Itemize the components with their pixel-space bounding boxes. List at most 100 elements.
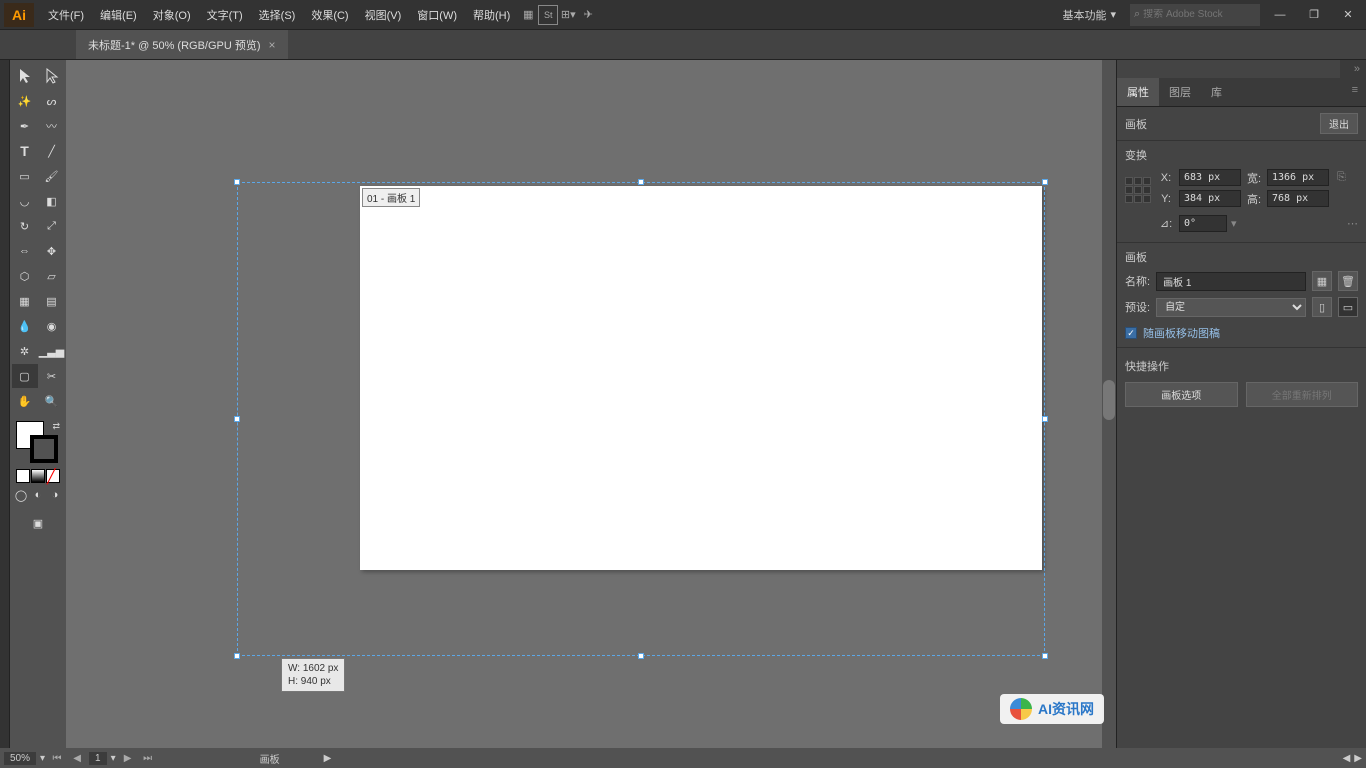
draw-normal[interactable]: ◯ [13, 487, 29, 503]
selection-tool[interactable] [12, 64, 38, 88]
tab-properties[interactable]: 属性 [1117, 78, 1159, 106]
menu-window[interactable]: 窗口(W) [409, 3, 465, 27]
column-graph-tool[interactable]: ▁▃▅ [39, 339, 65, 363]
move-art-checkbox-row[interactable]: ✓ 随画板移动图稿 [1125, 325, 1358, 341]
artboard-selection-box[interactable] [237, 182, 1045, 656]
transform-more-icon[interactable]: ⋯ [1347, 217, 1358, 230]
slice-tool[interactable]: ✂ [39, 364, 65, 388]
curvature-tool[interactable]: 〰 [39, 114, 65, 138]
panel-menu-icon[interactable]: ≡ [1344, 78, 1366, 106]
hand-tool[interactable]: ✋ [12, 389, 38, 413]
artboard-page-field[interactable]: 1 [89, 752, 107, 765]
window-maximize[interactable]: ❐ [1300, 4, 1328, 26]
lasso-tool[interactable]: ᔕ [39, 89, 65, 113]
menu-type[interactable]: 文字(T) [199, 3, 251, 27]
pen-tool[interactable]: ✒ [12, 114, 38, 138]
workspace-dropdown[interactable]: 基本功能▾ [1054, 3, 1124, 27]
stroke-swatch[interactable] [30, 435, 58, 463]
scale-tool[interactable]: ⤢ [39, 214, 65, 238]
line-tool[interactable]: ╱ [39, 139, 65, 163]
menu-help[interactable]: 帮助(H) [465, 3, 518, 27]
left-dock-strip[interactable] [0, 60, 10, 748]
angle-input[interactable] [1179, 215, 1227, 232]
handle-mr[interactable] [1042, 416, 1048, 422]
bridge-icon[interactable]: ▦ [518, 5, 538, 25]
shape-builder-tool[interactable]: ⬡ [12, 264, 38, 288]
panel-collapse-icon[interactable]: » [1340, 60, 1366, 78]
gpu-icon[interactable]: ✈ [578, 5, 598, 25]
magic-wand-tool[interactable]: ✨ [12, 89, 38, 113]
canvas-vertical-scrollbar[interactable] [1102, 60, 1116, 748]
rotate-tool[interactable]: ↻ [12, 214, 38, 238]
angle-dropdown-icon[interactable]: ▾ [1231, 217, 1237, 230]
menu-object[interactable]: 对象(O) [145, 3, 199, 27]
link-wh-icon[interactable]: ⎘ [1337, 171, 1346, 184]
draw-behind[interactable]: ◐ [30, 487, 46, 503]
nav-next[interactable]: ▶ [120, 751, 136, 765]
handle-ml[interactable] [234, 416, 240, 422]
color-mode-color[interactable] [16, 469, 30, 483]
preset-select[interactable]: 自定 [1156, 298, 1306, 317]
rectangle-tool[interactable]: ▭ [12, 164, 38, 188]
artboard-options-button[interactable]: 画板选项 [1125, 382, 1238, 407]
window-close[interactable]: ✕ [1334, 4, 1362, 26]
status-play-icon[interactable]: ▶ [324, 753, 332, 764]
color-mode-gradient[interactable] [31, 469, 45, 483]
menu-file[interactable]: 文件(F) [40, 3, 92, 27]
menu-select[interactable]: 选择(S) [251, 3, 304, 27]
gradient-tool[interactable]: ▤ [39, 289, 65, 313]
nav-prev[interactable]: ◀ [69, 751, 85, 765]
tab-layers[interactable]: 图层 [1159, 78, 1201, 106]
nav-last[interactable]: ⏭ [140, 751, 156, 765]
exit-artboard-button[interactable]: 退出 [1320, 113, 1358, 134]
mesh-tool[interactable]: ▦ [12, 289, 38, 313]
artboard-delete-icon[interactable]: 🗑 [1338, 271, 1358, 291]
artboard-options-icon[interactable]: ▦ [1312, 271, 1332, 291]
eyedropper-tool[interactable]: 💧 [12, 314, 38, 338]
handle-br[interactable] [1042, 653, 1048, 659]
x-input[interactable] [1179, 169, 1241, 186]
eraser-tool[interactable]: ◧ [39, 189, 65, 213]
menu-effect[interactable]: 效果(C) [303, 3, 356, 27]
status-scroll-left[interactable]: ◀ [1343, 753, 1351, 764]
window-minimize[interactable]: — [1266, 4, 1294, 26]
free-transform-tool[interactable]: ✥ [39, 239, 65, 263]
menu-edit[interactable]: 编辑(E) [92, 3, 145, 27]
nav-first[interactable]: ⏮ [49, 751, 65, 765]
handle-tl[interactable] [234, 179, 240, 185]
width-tool[interactable]: ⇔ [12, 239, 38, 263]
checkbox-checked-icon[interactable]: ✓ [1125, 327, 1137, 339]
screen-mode-tool[interactable]: ▣ [25, 511, 51, 535]
blend-tool[interactable]: ◉ [39, 314, 65, 338]
paintbrush-tool[interactable]: 🖌 [39, 164, 65, 188]
menu-view[interactable]: 视图(V) [357, 3, 410, 27]
type-tool[interactable]: T [12, 139, 38, 163]
direct-selection-tool[interactable] [39, 64, 65, 88]
status-scroll-right[interactable]: ▶ [1354, 753, 1362, 764]
handle-bl[interactable] [234, 653, 240, 659]
rearrange-all-button[interactable]: 全部重新排列 [1246, 382, 1359, 407]
tab-libraries[interactable]: 库 [1201, 78, 1232, 106]
artboard-name-input[interactable] [1156, 272, 1306, 291]
zoom-field[interactable]: 50% [4, 752, 36, 765]
orientation-landscape[interactable]: ▭ [1338, 297, 1358, 317]
y-input[interactable] [1179, 190, 1241, 207]
shaper-tool[interactable]: ◡ [12, 189, 38, 213]
width-input[interactable] [1267, 169, 1329, 186]
perspective-tool[interactable]: ▱ [39, 264, 65, 288]
arrange-docs-icon[interactable]: ⊞▾ [558, 5, 578, 25]
scrollbar-thumb[interactable] [1103, 380, 1115, 420]
fill-stroke-control[interactable]: ⇄ [16, 421, 60, 465]
reference-point-grid[interactable] [1125, 177, 1151, 203]
handle-bm[interactable] [638, 653, 644, 659]
artboard-page-dropdown-icon[interactable]: ▾ [111, 753, 116, 764]
handle-tm[interactable] [638, 179, 644, 185]
canvas[interactable]: 01 - 画板 1 W: 1602 px H: 940 px AI资讯网 [66, 60, 1116, 748]
zoom-tool[interactable]: 🔍 [39, 389, 65, 413]
zoom-dropdown-icon[interactable]: ▾ [40, 753, 45, 764]
document-tab[interactable]: 未标题-1* @ 50% (RGB/GPU 预览) × [76, 30, 288, 59]
stock-search[interactable]: ⌕ [1130, 4, 1260, 26]
height-input[interactable] [1267, 190, 1329, 207]
color-mode-none[interactable]: ╱ [46, 469, 60, 483]
draw-inside[interactable]: ◑ [47, 487, 63, 503]
